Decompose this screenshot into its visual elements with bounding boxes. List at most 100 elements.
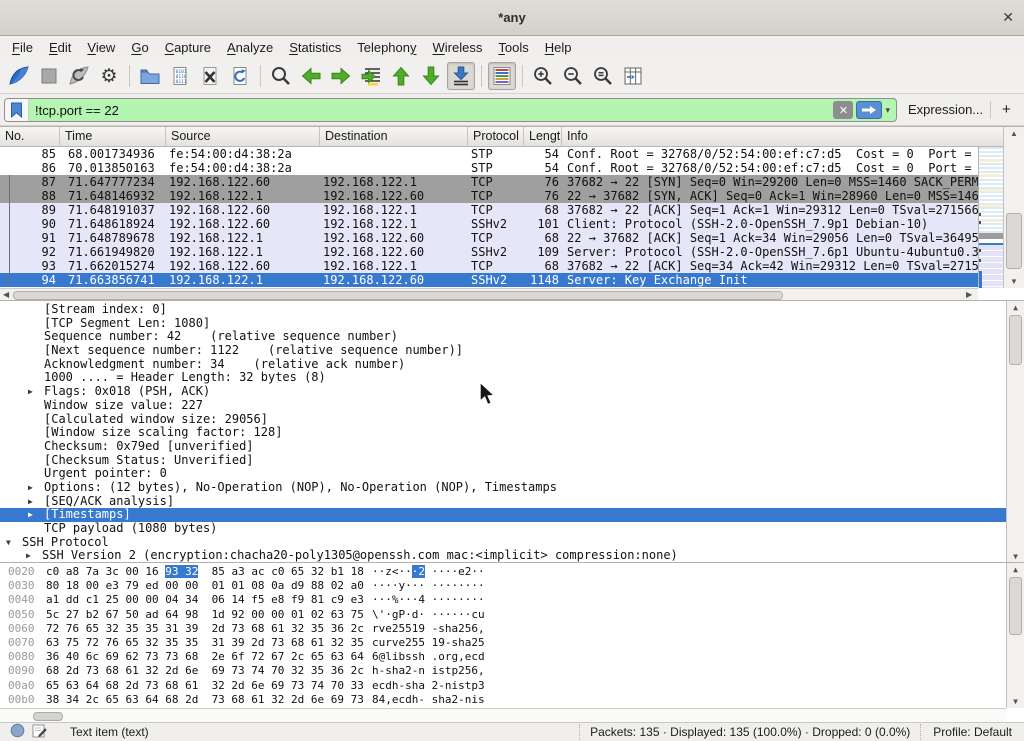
menu-telephony[interactable]: Telephony [349, 38, 424, 57]
hex-row-00a0[interactable]: 00a065 63 64 68 2d 73 68 61 32 2d 6e 69 … [0, 679, 1006, 693]
go-to-packet-button[interactable] [357, 62, 385, 90]
detail-line[interactable]: 1000 .... = Header Length: 32 bytes (8) [0, 371, 1006, 385]
detail-line[interactable]: [Checksum Status: Unverified] [0, 454, 1006, 468]
packet-row-89[interactable]: 8971.648191037192.168.122.60192.168.122.… [0, 203, 978, 217]
packet-row-91[interactable]: 9171.648789678192.168.122.1192.168.122.6… [0, 231, 978, 245]
column-header-destination[interactable]: Destination [320, 127, 468, 146]
bytes-hscrollbar[interactable] [0, 708, 1006, 723]
hex-row-0090[interactable]: 009068 2d 73 68 61 32 2d 6e 69 73 74 70 … [0, 664, 1006, 678]
hex-row-00b0[interactable]: 00b038 34 2c 65 63 64 68 2d 73 68 61 32 … [0, 693, 1006, 707]
menu-edit[interactable]: Edit [41, 38, 79, 57]
reload-capture-file-button[interactable] [226, 62, 254, 90]
expander-closed-icon[interactable]: ▶ [28, 508, 33, 522]
expander-closed-icon[interactable]: ▶ [28, 481, 33, 495]
close-capture-file-button[interactable] [196, 62, 224, 90]
resize-columns-button[interactable] [619, 62, 647, 90]
detail-line[interactable]: ▶Options: (12 bytes), No-Operation (NOP)… [0, 481, 1006, 495]
go-back-button[interactable] [297, 62, 325, 90]
menu-go[interactable]: Go [123, 38, 156, 57]
open-capture-file-button[interactable] [136, 62, 164, 90]
go-last-packet-button[interactable] [417, 62, 445, 90]
display-filter-input[interactable]: !tcp.port == 22 ✕ ▾ [4, 98, 897, 122]
detail-line[interactable]: ▶[SEQ/ACK analysis] [0, 495, 1006, 509]
hscroll-left-arrow-icon[interactable]: ◀ [3, 290, 9, 299]
details-vscroll-down-icon[interactable]: ▼ [1007, 552, 1024, 561]
column-header-length[interactable]: Length [524, 127, 562, 146]
column-header-info[interactable]: Info [562, 127, 1024, 146]
capture-options-button[interactable]: ⚙ [95, 62, 123, 90]
packet-row-93[interactable]: 9371.662015274192.168.122.60192.168.122.… [0, 259, 978, 273]
clear-filter-button[interactable]: ✕ [833, 101, 853, 119]
detail-line[interactable]: [Calculated window size: 29056] [0, 413, 1006, 427]
go-first-packet-button[interactable] [387, 62, 415, 90]
packet-row-92[interactable]: 9271.661949820192.168.122.1192.168.122.6… [0, 245, 978, 259]
detail-line[interactable]: ▶Flags: 0x018 (PSH, ACK) [0, 385, 1006, 399]
detail-line[interactable]: [Next sequence number: 1122 (relative se… [0, 344, 1006, 358]
detail-line[interactable]: [TCP Segment Len: 1080] [0, 317, 1006, 331]
details-vscroll-up-icon[interactable]: ▲ [1007, 303, 1024, 312]
zoom-out-button[interactable] [559, 62, 587, 90]
packet-row-85[interactable]: 8568.001734936fe:54:00:d4:38:2aSTP54Conf… [0, 147, 978, 161]
bytes-hscroll-thumb[interactable] [33, 712, 63, 721]
packet-list-vscrollbar[interactable]: ▲ ▼ [1003, 127, 1024, 288]
hex-row-0080[interactable]: 008036 40 6c 69 62 73 73 68 2e 6f 72 67 … [0, 650, 1006, 664]
packet-row-86[interactable]: 8670.013850163fe:54:00:d4:38:2aSTP54Conf… [0, 161, 978, 175]
column-header-protocol[interactable]: Protocol [468, 127, 524, 146]
expander-closed-icon[interactable]: ▶ [28, 495, 33, 509]
column-header-no[interactable]: No. [0, 127, 60, 146]
apply-filter-button[interactable] [856, 101, 882, 119]
detail-line[interactable]: ▶SSH Version 2 (encryption:chacha20-poly… [0, 549, 1006, 562]
details-vscroll-thumb[interactable] [1009, 315, 1022, 365]
expression-button[interactable]: Expression... [908, 102, 983, 117]
add-filter-button[interactable]: + [1002, 101, 1011, 118]
expander-closed-icon[interactable]: ▶ [28, 385, 33, 399]
menu-statistics[interactable]: Statistics [281, 38, 349, 57]
packet-row-87[interactable]: 8771.647777234192.168.122.60192.168.122.… [0, 175, 978, 189]
detail-line[interactable]: [Window size scaling factor: 128] [0, 426, 1006, 440]
capture-comment-icon[interactable] [32, 723, 47, 741]
save-capture-file-button[interactable]: 010101100111 [166, 62, 194, 90]
packet-row-90[interactable]: 9071.648618924192.168.122.60192.168.122.… [0, 217, 978, 231]
filter-dropdown-caret-icon[interactable]: ▾ [885, 105, 890, 116]
detail-line[interactable]: Sequence number: 42 (relative sequence n… [0, 330, 1006, 344]
packet-list-vscroll-thumb[interactable] [1006, 213, 1022, 269]
detail-line[interactable]: Urgent pointer: 0 [0, 467, 1006, 481]
menu-help[interactable]: Help [537, 38, 580, 57]
hex-row-0030[interactable]: 003080 18 00 e3 79 ed 00 00 01 01 08 0a … [0, 579, 1006, 593]
vscroll-up-arrow-icon[interactable]: ▲ [1004, 129, 1024, 138]
expert-info-icon[interactable] [10, 723, 25, 741]
column-header-time[interactable]: Time [60, 127, 166, 146]
packet-list-minimap[interactable] [978, 147, 1003, 288]
zoom-reset-button[interactable] [589, 62, 617, 90]
detail-line[interactable]: TCP payload (1080 bytes) [0, 522, 1006, 536]
bytes-vscroll-up-icon[interactable]: ▲ [1007, 565, 1024, 574]
expander-closed-icon[interactable]: ▶ [26, 549, 31, 562]
details-vscrollbar[interactable]: ▲ ▼ [1006, 301, 1024, 562]
menu-analyze[interactable]: Analyze [219, 38, 281, 57]
packet-row-94[interactable]: 9471.663856741192.168.122.1192.168.122.6… [0, 273, 978, 287]
bytes-vscroll-thumb[interactable] [1009, 577, 1022, 635]
vscroll-down-arrow-icon[interactable]: ▼ [1004, 277, 1024, 286]
bytes-vscroll-down-icon[interactable]: ▼ [1007, 697, 1024, 706]
filter-bookmark-icon[interactable] [5, 99, 29, 121]
detail-line[interactable]: Checksum: 0x79ed [unverified] [0, 440, 1006, 454]
expander-open-icon[interactable]: ▼ [6, 536, 11, 550]
zoom-in-button[interactable] [529, 62, 557, 90]
hscroll-right-arrow-icon[interactable]: ▶ [966, 290, 972, 299]
menu-file[interactable]: File [4, 38, 41, 57]
detail-line[interactable]: ▶[Timestamps] [0, 508, 1006, 522]
bytes-vscrollbar[interactable]: ▲ ▼ [1006, 563, 1024, 708]
status-profile[interactable]: Profile: Default [920, 724, 1022, 740]
auto-scroll-button[interactable] [447, 62, 475, 90]
window-close-button[interactable]: ✕ [1002, 9, 1014, 26]
find-packet-button[interactable] [267, 62, 295, 90]
detail-line[interactable]: Acknowledgment number: 34 (relative ack … [0, 358, 1006, 372]
hex-row-0070[interactable]: 007063 75 72 76 65 32 35 35 31 39 2d 73 … [0, 636, 1006, 650]
stop-capture-button[interactable] [35, 62, 63, 90]
detail-line[interactable]: [Stream index: 0] [0, 303, 1006, 317]
display-filter-value[interactable]: !tcp.port == 22 [29, 103, 833, 118]
detail-line[interactable]: ▼SSH Protocol [0, 536, 1006, 550]
menu-wireless[interactable]: Wireless [425, 38, 491, 57]
column-header-source[interactable]: Source [166, 127, 320, 146]
hex-row-0040[interactable]: 0040a1 dd c1 25 00 00 04 34 06 14 f5 e8 … [0, 593, 1006, 607]
